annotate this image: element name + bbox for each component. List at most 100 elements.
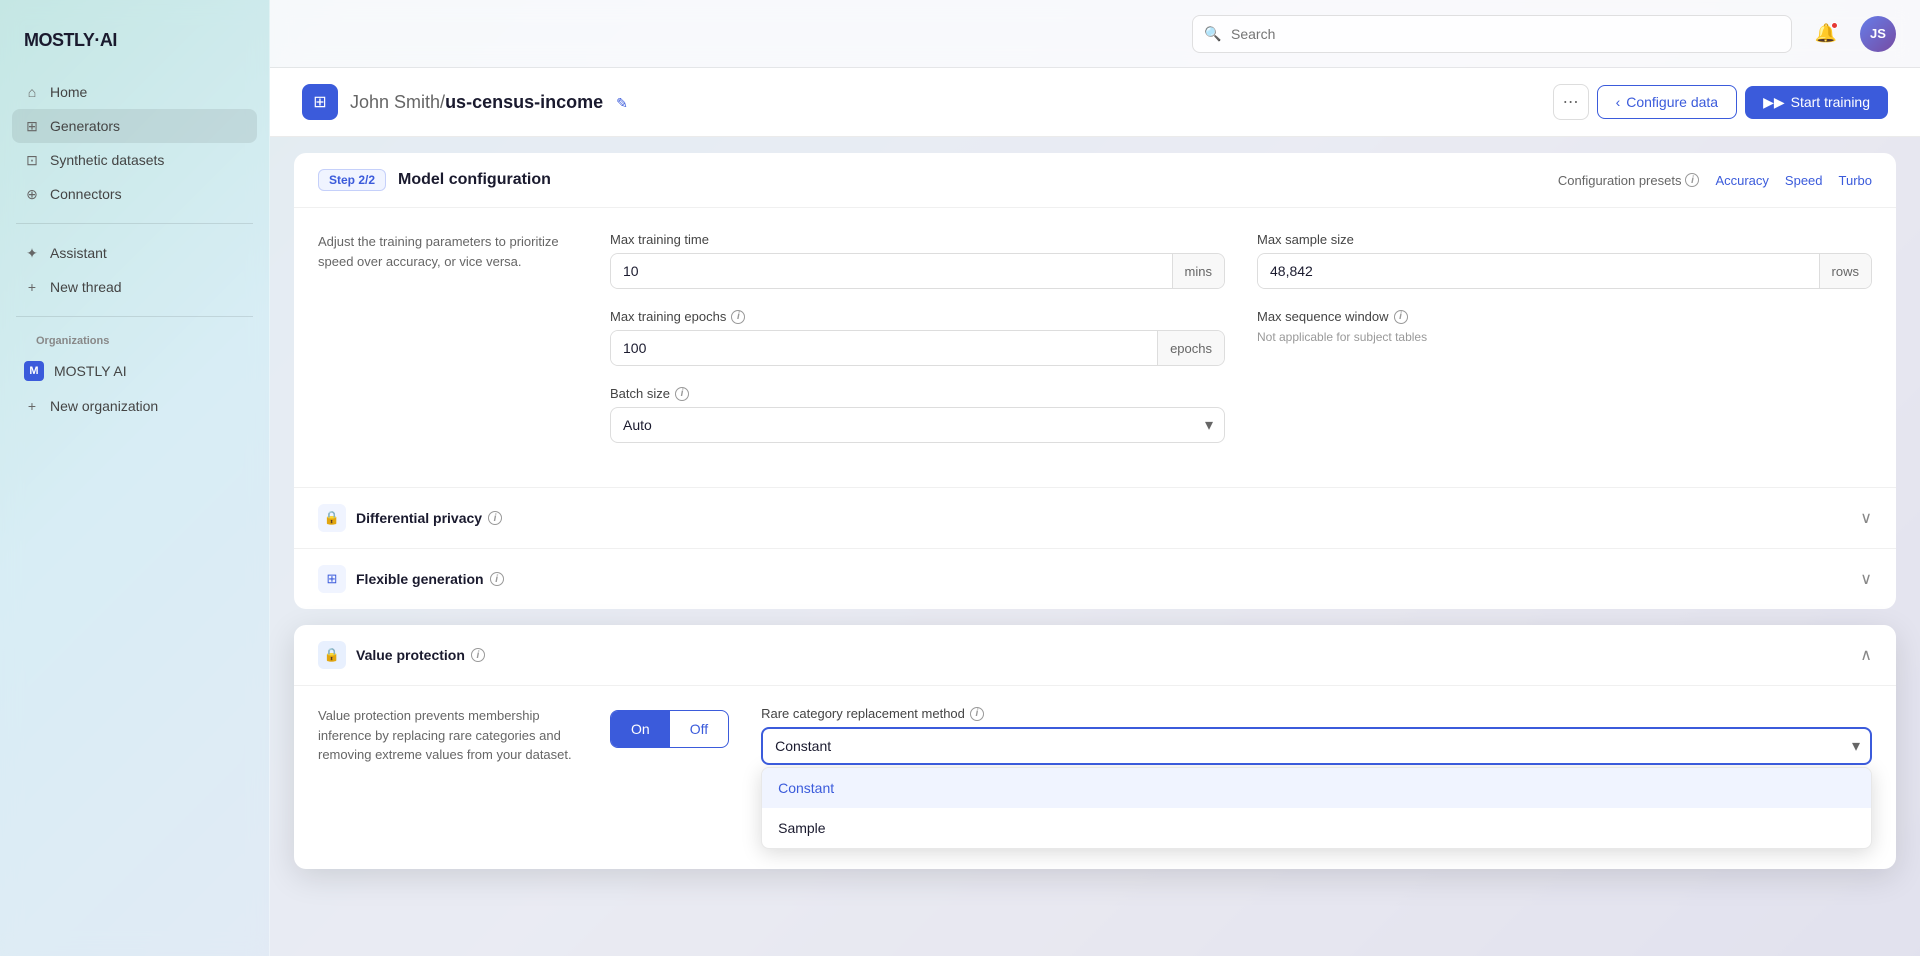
fg-info-icon[interactable]: i <box>490 572 504 586</box>
notifications-button[interactable]: 🔔 <box>1808 16 1844 52</box>
assistant-section: ✦ Assistant + New thread <box>0 236 269 304</box>
config-fields: Max training time 10 mins Max sample siz… <box>610 232 1872 463</box>
dropdown-item-sample[interactable]: Sample <box>762 808 1871 848</box>
sidebar-item-org[interactable]: M MOSTLY AI <box>12 353 257 389</box>
organizations-label: Organizations <box>12 329 257 353</box>
max-training-time-unit: mins <box>1172 254 1224 288</box>
preset-speed-button[interactable]: Speed <box>1785 173 1823 188</box>
max-training-epochs-input-group: 100 epochs <box>610 330 1225 366</box>
toggle-off-button[interactable]: Off <box>670 711 728 747</box>
header-actions: ⋯ ‹ Configure data ▶▶ Start training <box>1553 84 1888 120</box>
presets-label: Configuration presets i <box>1558 173 1700 188</box>
sidebar-item-generators[interactable]: ⊞ Generators <box>12 109 257 143</box>
app-container: MOSTLY·AI ⌂ Home ⊞ Generators ⊡ Syntheti… <box>0 0 1920 956</box>
sidebar-item-connectors[interactable]: ⊕ Connectors <box>12 177 257 211</box>
rare-info-icon[interactable]: i <box>970 707 984 721</box>
sidebar-item-generators-label: Generators <box>50 118 120 134</box>
rare-category-select[interactable]: Constant Sample <box>761 727 1872 765</box>
sidebar-item-home-label: Home <box>50 84 87 100</box>
dp-chevron-icon: ∨ <box>1860 508 1872 528</box>
toggle-on-button[interactable]: On <box>611 711 670 747</box>
max-sample-size-label: Max sample size <box>1257 232 1872 247</box>
max-training-time-field: Max training time 10 mins <box>610 232 1225 289</box>
vp-chevron-icon[interactable]: ∧ <box>1860 645 1872 665</box>
search-bar: 🔍 <box>1192 15 1792 53</box>
sidebar-divider-1 <box>16 223 253 224</box>
notification-dot <box>1831 22 1838 29</box>
sidebar-item-connectors-label: Connectors <box>50 186 122 202</box>
fg-chevron-icon: ∨ <box>1860 569 1872 589</box>
search-input[interactable] <box>1192 15 1792 53</box>
synthetic-datasets-icon: ⊡ <box>24 152 40 168</box>
config-description: Adjust the training parameters to priori… <box>318 232 578 463</box>
sidebar-item-new-thread[interactable]: + New thread <box>12 270 257 304</box>
rare-category-dropdown: Constant Sample <box>761 767 1872 849</box>
rare-select-wrapper: Constant Sample <box>761 727 1872 765</box>
vp-body: Value protection prevents membership inf… <box>294 686 1896 869</box>
breadcrumb-user: John Smith <box>350 92 440 112</box>
page-header: ⊞ John Smith/us-census-income ✎ ⋯ ‹ Conf… <box>270 68 1920 137</box>
max-training-time-input-group: 10 mins <box>610 253 1225 289</box>
sidebar-divider-2 <box>16 316 253 317</box>
max-training-epochs-unit: epochs <box>1157 331 1224 365</box>
batch-size-select[interactable]: Auto 32 64 128 <box>610 407 1225 443</box>
vp-icon: 🔒 <box>318 641 346 669</box>
max-training-epochs-input[interactable]: 100 <box>611 331 1157 365</box>
more-options-button[interactable]: ⋯ <box>1553 84 1589 120</box>
dp-info-icon[interactable]: i <box>488 511 502 525</box>
generators-icon: ⊞ <box>24 118 40 134</box>
topbar: 🔍 🔔 JS <box>270 0 1920 68</box>
differential-privacy-title: Differential privacy i <box>356 510 502 526</box>
preset-turbo-button[interactable]: Turbo <box>1839 173 1872 188</box>
max-sample-size-unit: rows <box>1819 254 1871 288</box>
max-training-time-label: Max training time <box>610 232 1225 247</box>
differential-privacy-icon: 🔒 <box>318 504 346 532</box>
max-sample-size-input[interactable]: 48,842 <box>1258 254 1819 288</box>
max-training-epochs-label: Max training epochs i <box>610 309 1225 324</box>
config-body: Adjust the training parameters to priori… <box>294 208 1896 487</box>
org-name-label: MOSTLY AI <box>54 363 127 379</box>
vp-info-icon[interactable]: i <box>471 648 485 662</box>
differential-privacy-section[interactable]: 🔒 Differential privacy i ∨ <box>294 487 1896 548</box>
sidebar-item-new-org[interactable]: + New organization <box>12 389 257 423</box>
app-logo: MOSTLY·AI <box>0 20 269 75</box>
start-training-button[interactable]: ▶▶ Start training <box>1745 86 1888 119</box>
value-protection-panel: 🔒 Value protection i ∧ Value protection … <box>294 625 1896 869</box>
edit-icon[interactable]: ✎ <box>616 95 628 111</box>
configure-data-button[interactable]: ‹ Configure data <box>1597 85 1738 119</box>
sidebar-item-home[interactable]: ⌂ Home <box>12 75 257 109</box>
step-badge: Step 2/2 <box>318 169 386 191</box>
empty-field-placeholder <box>1257 386 1872 443</box>
preset-accuracy-button[interactable]: Accuracy <box>1715 173 1768 188</box>
fields-row-1: Max training time 10 mins Max sample siz… <box>610 232 1872 289</box>
fields-row-3: Batch size i Auto 32 64 128 <box>610 386 1872 443</box>
avatar[interactable]: JS <box>1860 16 1896 52</box>
breadcrumb-project: us-census-income <box>445 92 603 112</box>
sidebar-item-assistant[interactable]: ✦ Assistant <box>12 236 257 270</box>
content-area: Step 2/2 Model configuration Configurati… <box>270 137 1920 956</box>
flexible-generation-section[interactable]: ⊞ Flexible generation i ∨ <box>294 548 1896 609</box>
start-training-label: Start training <box>1791 94 1870 110</box>
model-config-panel: Step 2/2 Model configuration Configurati… <box>294 153 1896 609</box>
flexible-gen-icon: ⊞ <box>318 565 346 593</box>
batch-size-select-wrapper: Auto 32 64 128 <box>610 407 1225 443</box>
sidebar-item-synthetic-datasets[interactable]: ⊡ Synthetic datasets <box>12 143 257 177</box>
presets-info-icon[interactable]: i <box>1685 173 1699 187</box>
max-training-epochs-field: Max training epochs i 100 epochs <box>610 309 1225 366</box>
rare-category-section: Rare category replacement method i Const… <box>761 706 1872 849</box>
search-icon: 🔍 <box>1204 25 1221 42</box>
sidebar-item-new-org-label: New organization <box>50 398 158 414</box>
sequence-window-info-icon[interactable]: i <box>1394 310 1408 324</box>
dropdown-item-constant[interactable]: Constant <box>762 768 1871 808</box>
presets-section: Configuration presets i Accuracy Speed T… <box>1558 173 1872 188</box>
new-org-plus-icon: + <box>24 398 40 414</box>
vp-controls: On Off Rare category replacement method … <box>610 706 1872 849</box>
epochs-info-icon[interactable]: i <box>731 310 745 324</box>
organizations-section: Organizations M MOSTLY AI + New organiza… <box>0 329 269 423</box>
sidebar: MOSTLY·AI ⌂ Home ⊞ Generators ⊡ Syntheti… <box>0 0 270 956</box>
max-training-time-input[interactable]: 10 <box>611 254 1172 288</box>
batch-size-info-icon[interactable]: i <box>675 387 689 401</box>
sidebar-item-synthetic-datasets-label: Synthetic datasets <box>50 152 164 168</box>
vp-description: Value protection prevents membership inf… <box>318 706 578 849</box>
configure-data-label: Configure data <box>1626 94 1718 110</box>
